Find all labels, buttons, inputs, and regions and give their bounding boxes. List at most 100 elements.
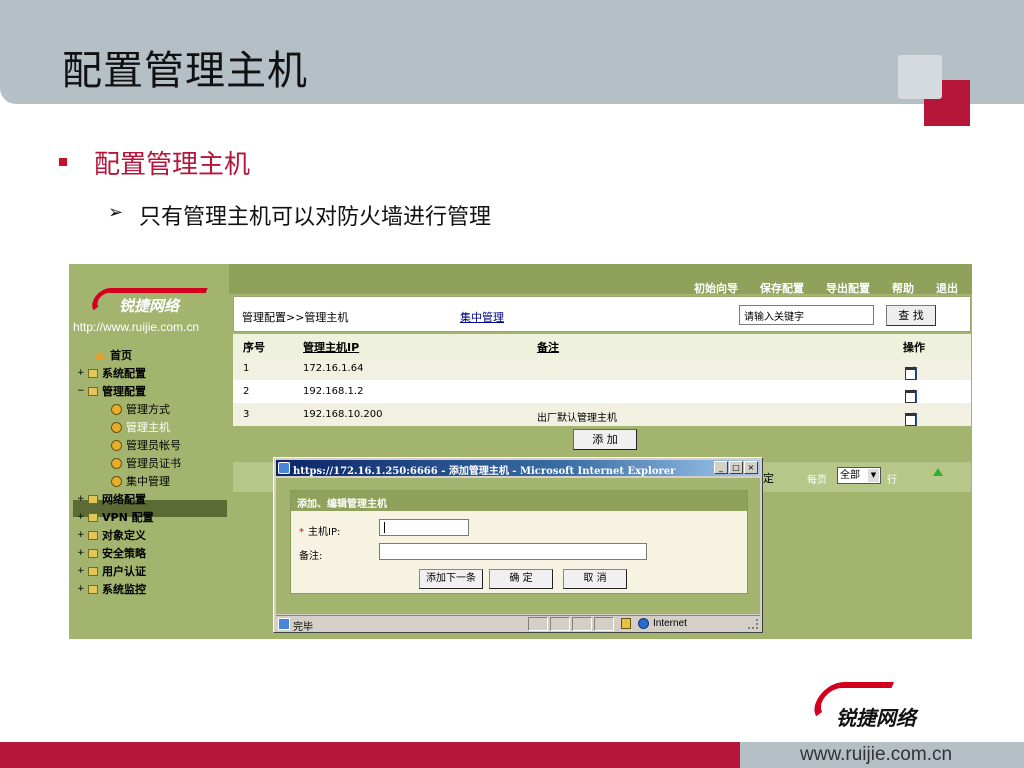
top-link-save-config[interactable]: 保存配置 (760, 280, 804, 296)
resize-grip-icon[interactable] (748, 619, 758, 629)
top-links: 初始向导 保存配置 导出配置 帮助 退出 (694, 280, 958, 296)
cancel-button[interactable]: 取 消 (563, 569, 627, 589)
per-page-value: 全部 (840, 470, 860, 481)
sidebar: 首页 + 系统配置 − 管理配置 管理方式 管理主机 管理员帐号 管理员证书 集… (69, 344, 229, 639)
expand-icon[interactable]: + (77, 548, 85, 558)
ie-icon (278, 462, 290, 474)
arrow-bullet-icon: ➢ (108, 202, 124, 223)
bullet-square-icon (59, 158, 67, 166)
page-icon (111, 475, 122, 487)
sidebar-item-system-config[interactable]: + 系统配置 (77, 365, 146, 381)
confirm-button[interactable]: 确 定 (489, 569, 553, 589)
sidebar-item-vpn-config[interactable]: + VPN 配置 (77, 509, 154, 525)
top-link-logout[interactable]: 退出 (936, 280, 958, 296)
top-link-wizard[interactable]: 初始向导 (694, 280, 738, 296)
col-header-actions: 操作 (903, 341, 925, 354)
folder-icon (88, 548, 98, 558)
add-next-button[interactable]: 添加下一条 (419, 569, 483, 589)
status-cells (528, 617, 614, 631)
minimize-button[interactable]: _ (714, 461, 728, 474)
sidebar-item-home[interactable]: 首页 (83, 347, 132, 363)
maximize-button[interactable]: □ (729, 461, 743, 474)
per-page-select[interactable]: 全部 ▼ (837, 467, 881, 484)
host-form: 添加、编辑管理主机 * 主机IP: 备注: 添加下一条 确 定 取 消 (290, 490, 748, 594)
top-link-export-config[interactable]: 导出配置 (826, 280, 870, 296)
chevron-down-icon: ▼ (868, 469, 879, 482)
top-link-help[interactable]: 帮助 (892, 280, 914, 296)
expand-icon[interactable]: + (77, 584, 85, 594)
app-logo: 锐捷网络 http://www.ruijie.com.cn (69, 264, 229, 344)
status-bar: 完毕 Internet (276, 615, 760, 633)
host-table: 序号 管理主机IP 备注 操作 1 172.16.1.64 2 192.168.… (233, 334, 971, 426)
required-mark: * (299, 527, 304, 538)
breadcrumb: 管理配置>>管理主机 (242, 311, 349, 324)
sidebar-item-management-config[interactable]: − 管理配置 (77, 383, 146, 399)
sidebar-item-label: 系统配置 (102, 367, 146, 380)
dialog-body: 添加、编辑管理主机 * 主机IP: 备注: 添加下一条 确 定 取 消 (276, 478, 760, 614)
folder-icon (88, 368, 98, 378)
trash-icon[interactable] (905, 390, 916, 403)
trash-icon[interactable] (905, 413, 916, 426)
row-index: 1 (243, 363, 250, 374)
folder-icon (88, 530, 98, 540)
col-header-note[interactable]: 备注 (537, 339, 559, 355)
sidebar-item-admin-account[interactable]: 管理员帐号 (111, 437, 181, 453)
sidebar-item-label: 管理员证书 (126, 457, 181, 470)
expand-icon[interactable]: + (77, 512, 85, 522)
sidebar-item-label: 管理主机 (126, 421, 170, 434)
note-label: 备注: (299, 551, 323, 562)
logo-url: http://www.ruijie.com.cn (73, 320, 200, 334)
trash-icon[interactable] (905, 367, 916, 380)
sidebar-item-system-monitor[interactable]: + 系统监控 (77, 581, 146, 597)
firewall-ui-screenshot: 初始向导 保存配置 导出配置 帮助 退出 锐捷网络 http://www.rui… (69, 264, 972, 639)
sidebar-item-user-auth[interactable]: + 用户认证 (77, 563, 146, 579)
expand-icon[interactable]: + (77, 530, 85, 540)
sidebar-item-management-method[interactable]: 管理方式 (111, 401, 170, 417)
arrow-up-icon[interactable] (933, 468, 943, 476)
pager-confirm-button[interactable]: 定 (763, 470, 774, 486)
folder-open-icon (88, 386, 98, 396)
folder-icon (88, 512, 98, 522)
sidebar-item-management-host[interactable]: 管理主机 (111, 419, 170, 435)
search-input[interactable] (739, 305, 874, 325)
sidebar-item-label: 管理配置 (102, 385, 146, 398)
col-header-ip[interactable]: 管理主机IP (303, 339, 359, 355)
home-icon (94, 350, 106, 360)
page-icon (111, 439, 122, 451)
dialog-title: https://172.16.1.250:6666 - 添加管理主机 - Mic… (293, 466, 676, 477)
sidebar-item-admin-certificate[interactable]: 管理员证书 (111, 455, 181, 471)
close-button[interactable]: × (744, 461, 758, 474)
central-management-link[interactable]: 集中管理 (460, 309, 504, 325)
add-button[interactable]: 添 加 (573, 429, 637, 450)
expand-icon[interactable]: + (77, 368, 85, 378)
page-icon (111, 457, 122, 469)
logo-text: 锐捷网络 (119, 297, 180, 315)
host-ip-input[interactable] (379, 519, 469, 536)
folder-icon (88, 566, 98, 576)
page-icon (111, 421, 122, 433)
expand-icon[interactable]: + (77, 566, 85, 576)
folder-icon (88, 494, 98, 504)
expand-icon[interactable]: + (77, 494, 85, 504)
slide-title: 配置管理主机 (62, 48, 308, 94)
form-header: 添加、编辑管理主机 (291, 491, 747, 511)
page-icon (111, 403, 122, 415)
collapse-icon[interactable]: − (77, 386, 85, 396)
status-text: 完毕 (293, 622, 313, 633)
row-index: 3 (243, 409, 250, 420)
folder-icon (88, 584, 98, 594)
note-input[interactable] (379, 543, 647, 560)
search-button[interactable]: 查 找 (886, 305, 936, 326)
host-ip-label: * 主机IP: (299, 527, 341, 538)
sidebar-item-security-policy[interactable]: + 安全策略 (77, 545, 146, 561)
footer-url: www.ruijie.com.cn (800, 744, 953, 765)
dialog-titlebar[interactable]: https://172.16.1.250:6666 - 添加管理主机 - Mic… (276, 460, 760, 477)
sidebar-item-label: 系统监控 (102, 583, 146, 596)
row-ip: 192.168.1.2 (303, 386, 364, 397)
sidebar-item-central-management[interactable]: 集中管理 (111, 473, 170, 489)
sidebar-item-object-definition[interactable]: + 对象定义 (77, 527, 146, 543)
decor-grey-square (898, 55, 942, 99)
sidebar-item-label: 集中管理 (126, 475, 170, 488)
per-page-label: 每页 (807, 475, 827, 486)
sidebar-item-network-config[interactable]: + 网络配置 (77, 491, 146, 507)
